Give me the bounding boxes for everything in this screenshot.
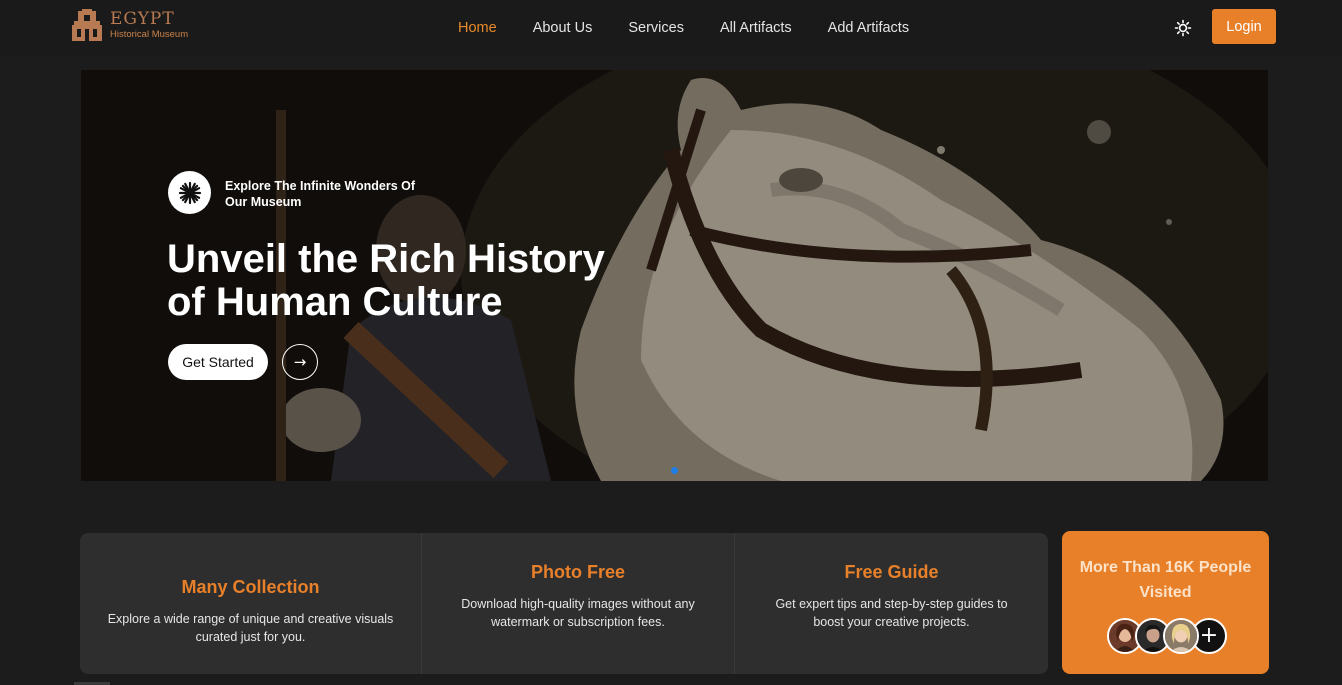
- avatar: [1163, 618, 1199, 654]
- brand-subtitle: Historical Museum: [110, 29, 189, 40]
- hero-subtitle: Explore The Infinite Wonders Of Our Muse…: [225, 179, 416, 209]
- feature-title: Free Guide: [844, 562, 939, 582]
- nav-services[interactable]: Services: [610, 20, 702, 36]
- feature-free-guide: Free Guide Get expert tips and step-by-s…: [734, 533, 1048, 674]
- nav-home[interactable]: Home: [440, 20, 515, 36]
- nav-add-artifacts[interactable]: Add Artifacts: [810, 20, 927, 36]
- hero-carousel: Explore The Infinite Wonders Of Our Muse…: [81, 70, 1268, 481]
- feature-description: Explore a wide range of unique and creat…: [107, 612, 394, 644]
- hero-title: Unveil the Rich History of Human Culture: [167, 238, 687, 324]
- pyramid-logo-icon: [72, 9, 102, 41]
- feature-description: Get expert tips and step-by-step guides …: [775, 597, 1008, 629]
- visitors-card: More Than 16K People Visited +: [1062, 531, 1269, 674]
- navbar: EGYPT Historical Museum Home About Us Se…: [0, 0, 1342, 56]
- feature-description: Download high-quality images without any…: [461, 597, 695, 629]
- nav-all-artifacts[interactable]: All Artifacts: [702, 20, 810, 36]
- features-panel: Many Collection Explore a wide range of …: [80, 533, 1048, 674]
- feature-title: Photo Free: [530, 562, 625, 582]
- feature-title: Many Collection: [181, 577, 320, 597]
- sun-icon[interactable]: [1173, 18, 1193, 38]
- visitors-count-text: More Than 16K People Visited: [1079, 559, 1252, 601]
- feature-photo-free: Photo Free Download high-quality images …: [421, 533, 734, 674]
- nav-about-us[interactable]: About Us: [515, 20, 611, 36]
- visitor-avatars: +: [1107, 618, 1227, 654]
- carousel-dot-active[interactable]: [671, 467, 678, 474]
- feature-many-collection: Many Collection Explore a wide range of …: [80, 533, 421, 674]
- brand-title: EGYPT: [110, 9, 175, 29]
- get-started-button[interactable]: Get Started: [168, 344, 268, 380]
- brand-logo[interactable]: EGYPT Historical Museum: [72, 9, 188, 41]
- sunburst-icon: [168, 171, 211, 214]
- main-nav: Home About Us Services All Artifacts Add…: [440, 0, 927, 56]
- hero-title-line-1: Unveil the Rich History: [167, 237, 605, 281]
- login-button[interactable]: Login: [1212, 9, 1276, 44]
- hero-title-line-2: of Human Culture: [167, 280, 503, 324]
- arrow-right-icon[interactable]: →: [282, 344, 318, 380]
